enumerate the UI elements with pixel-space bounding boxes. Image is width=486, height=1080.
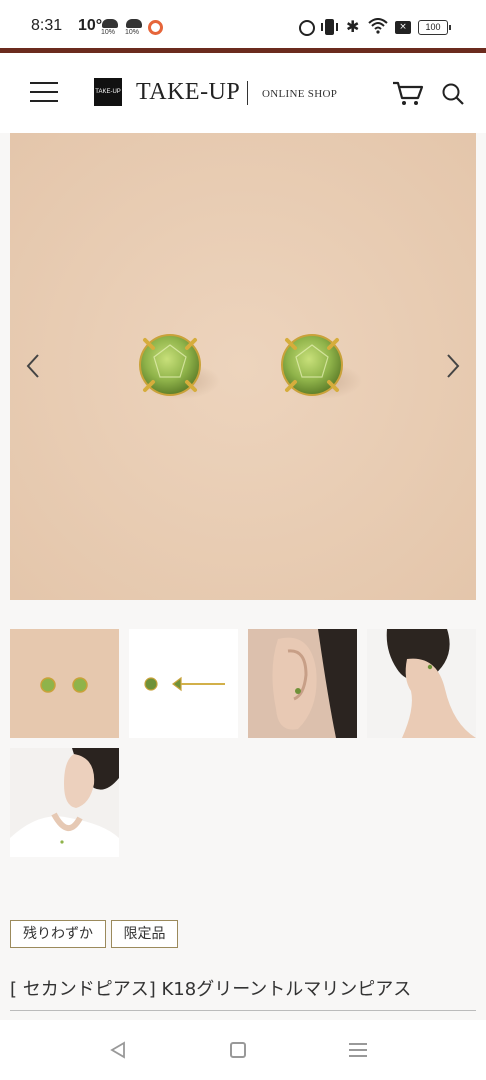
product-photo xyxy=(10,133,476,600)
battery-icon: 100 xyxy=(418,20,451,35)
vibrate-icon xyxy=(321,19,338,35)
thumbnail-3[interactable] xyxy=(248,629,357,738)
thumbnail-5[interactable] xyxy=(10,748,119,857)
wifi-icon xyxy=(368,18,388,34)
cart-icon[interactable] xyxy=(392,80,424,106)
recording-icon xyxy=(148,20,163,35)
thumbnail-2[interactable] xyxy=(129,629,238,738)
rain-cloud-icon: 10% xyxy=(100,18,120,38)
weather-precipitation: 10% xyxy=(125,29,140,36)
status-time: 8:31 xyxy=(31,17,63,34)
logo-text[interactable]: TAKE-UP xyxy=(136,79,240,106)
home-icon[interactable] xyxy=(230,1042,246,1058)
previous-arrow-icon[interactable] xyxy=(22,351,46,381)
bluetooth-icon: ✱ xyxy=(346,17,360,36)
logo-mark[interactable]: TAKE-UP xyxy=(94,78,122,106)
weather-precipitation: 10% xyxy=(101,29,116,36)
badge-limited-stock: 残りわずか xyxy=(10,920,106,948)
product-main-image[interactable] xyxy=(10,133,476,600)
status-bar: 8:31 10° 10% 10% ✱ × 100 xyxy=(0,0,486,48)
rain-cloud-icon: 10% xyxy=(124,18,144,38)
logo-divider xyxy=(247,81,248,105)
recents-icon[interactable] xyxy=(349,1042,367,1058)
site-header: TAKE-UP TAKE-UP ONLINE SHOP xyxy=(0,53,486,133)
no-sim-icon: × xyxy=(395,21,411,34)
product-title: [ セカンドピアス] K18グリーントルマリンピアス xyxy=(10,979,412,1000)
logo-subtitle: ONLINE SHOP xyxy=(262,88,338,100)
title-divider xyxy=(10,1010,476,1011)
menu-icon[interactable] xyxy=(30,80,58,104)
system-nav-bar xyxy=(0,1020,486,1080)
back-icon[interactable] xyxy=(108,1040,128,1060)
thumbnail-1[interactable] xyxy=(10,629,119,738)
search-icon[interactable] xyxy=(441,82,465,106)
badge-limited-edition: 限定品 xyxy=(111,920,178,948)
next-arrow-icon[interactable] xyxy=(440,351,464,381)
status-temperature: 10° xyxy=(78,17,103,34)
thumbnail-4[interactable] xyxy=(367,629,476,738)
alarm-icon xyxy=(299,20,315,36)
